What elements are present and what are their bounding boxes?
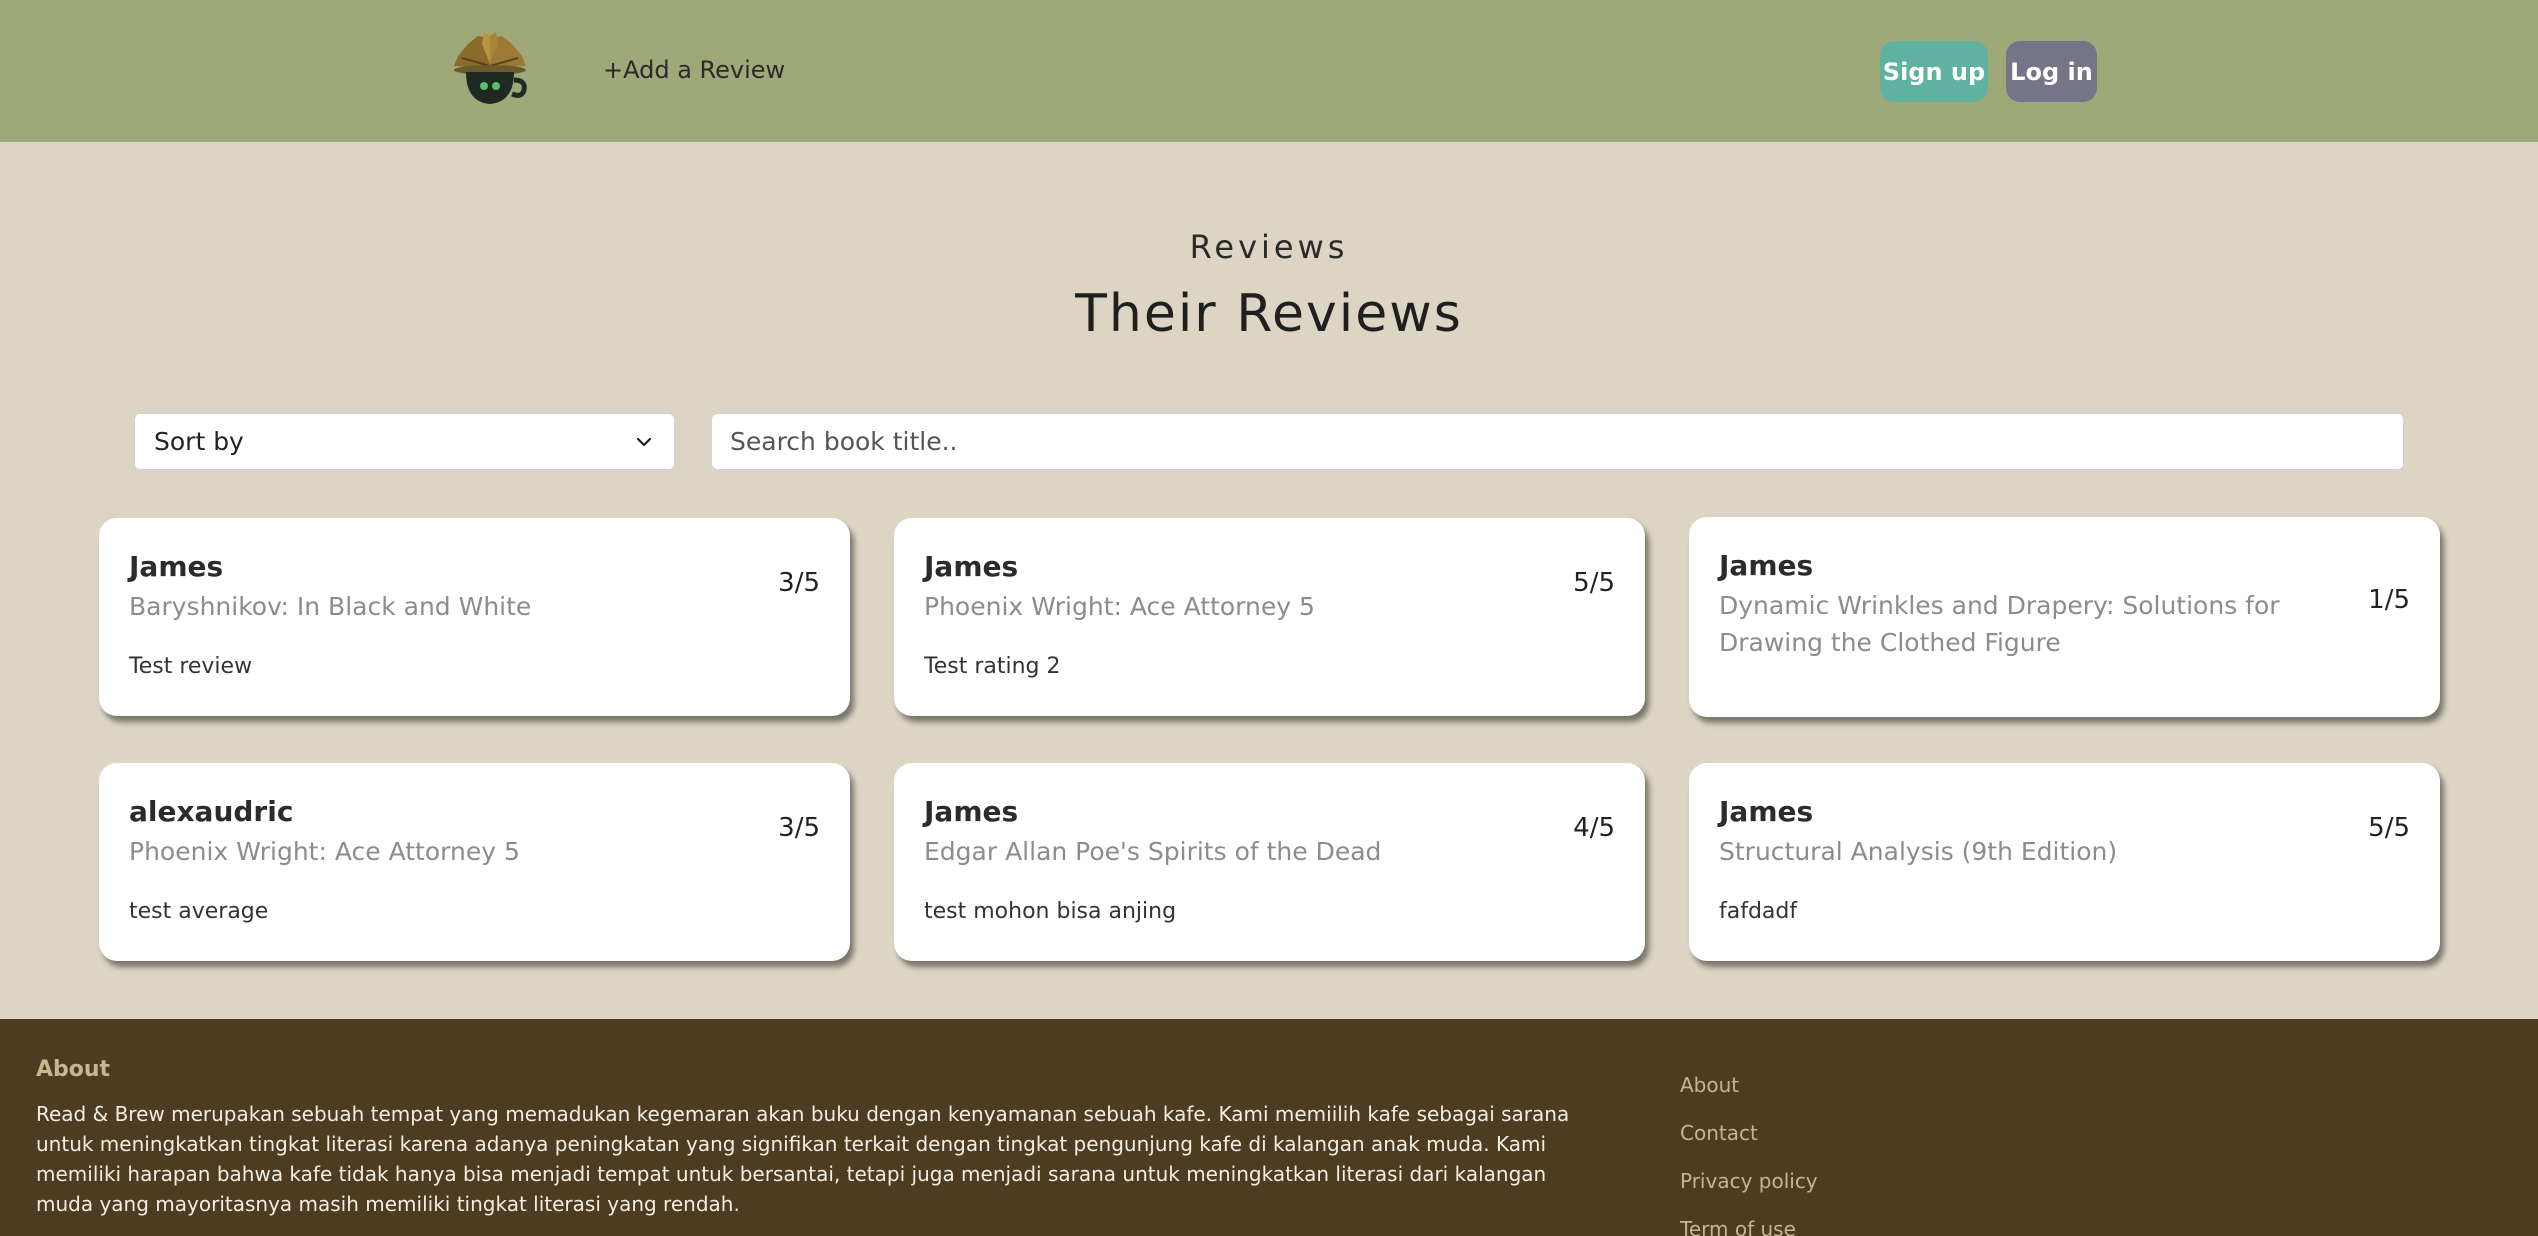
review-text: Test review <box>129 654 253 679</box>
review-rating: 4/5 <box>1573 813 1615 843</box>
review-card[interactable]: alexaudric Phoenix Wright: Ace Attorney … <box>99 763 850 961</box>
footer-link-terms-of-use[interactable]: Term of use <box>1680 1217 1818 1236</box>
review-book-title: Structural Analysis (9th Edition) <box>1719 837 2118 866</box>
review-text: test average <box>129 899 269 924</box>
review-card[interactable]: James Edgar Allan Poe's Spirits of the D… <box>894 763 1645 961</box>
add-review-link[interactable]: +Add a Review <box>603 56 785 84</box>
footer-about-heading: About <box>36 1057 111 1082</box>
review-rating: 5/5 <box>2368 813 2410 843</box>
review-rating: 1/5 <box>2368 585 2410 615</box>
section-subtitle: Reviews <box>1189 228 1349 266</box>
footer-links: About Contact Privacy policy Term of use <box>1680 1073 1818 1236</box>
review-username: James <box>924 795 1019 828</box>
review-username: James <box>1719 795 1814 828</box>
review-book-title: Edgar Allan Poe's Spirits of the Dead <box>924 837 1382 866</box>
review-username: James <box>129 550 224 583</box>
page-title: Their Reviews <box>1075 284 1463 344</box>
review-username: James <box>924 550 1019 583</box>
footer-link-about[interactable]: About <box>1680 1073 1818 1121</box>
top-navbar: +Add a Review Sign up Log in <box>0 0 2538 142</box>
review-rating: 3/5 <box>778 813 820 843</box>
review-card[interactable]: James Dynamic Wrinkles and Drapery: Solu… <box>1689 517 2440 717</box>
review-book-title: Phoenix Wright: Ace Attorney 5 <box>924 592 1315 621</box>
review-text: fafdadf <box>1719 899 1798 924</box>
review-card[interactable]: James Baryshnikov: In Black and White 3/… <box>99 518 850 716</box>
sort-label: Sort by <box>154 427 244 456</box>
review-text: Test rating 2 <box>924 654 1061 679</box>
review-rating: 5/5 <box>1573 568 1615 598</box>
review-text: test mohon bisa anjing <box>924 899 1177 924</box>
review-book-title: Dynamic Wrinkles and Drapery: Solutions … <box>1719 591 2280 657</box>
footer-link-contact[interactable]: Contact <box>1680 1121 1818 1169</box>
search-input[interactable] <box>711 413 2404 470</box>
footer-link-privacy-policy[interactable]: Privacy policy <box>1680 1169 1818 1217</box>
login-button[interactable]: Log in <box>2006 41 2097 102</box>
chevron-down-icon <box>636 437 652 447</box>
review-username: alexaudric <box>129 795 294 828</box>
review-card[interactable]: James Structural Analysis (9th Edition) … <box>1689 763 2440 961</box>
review-book-title: Phoenix Wright: Ace Attorney 5 <box>129 837 520 866</box>
review-book-title: Baryshnikov: In Black and White <box>129 592 532 621</box>
sort-dropdown[interactable]: Sort by <box>134 413 675 470</box>
signup-button[interactable]: Sign up <box>1880 41 1988 102</box>
footer: About Read & Brew merupakan sebuah tempa… <box>0 1019 2538 1236</box>
book-coffee-cup-logo-icon[interactable] <box>448 30 532 110</box>
review-rating: 3/5 <box>778 568 820 598</box>
review-card[interactable]: James Phoenix Wright: Ace Attorney 5 5/5… <box>894 518 1645 716</box>
footer-about-text: Read & Brew merupakan sebuah tempat yang… <box>36 1102 1570 1216</box>
review-username: James <box>1719 549 1814 582</box>
